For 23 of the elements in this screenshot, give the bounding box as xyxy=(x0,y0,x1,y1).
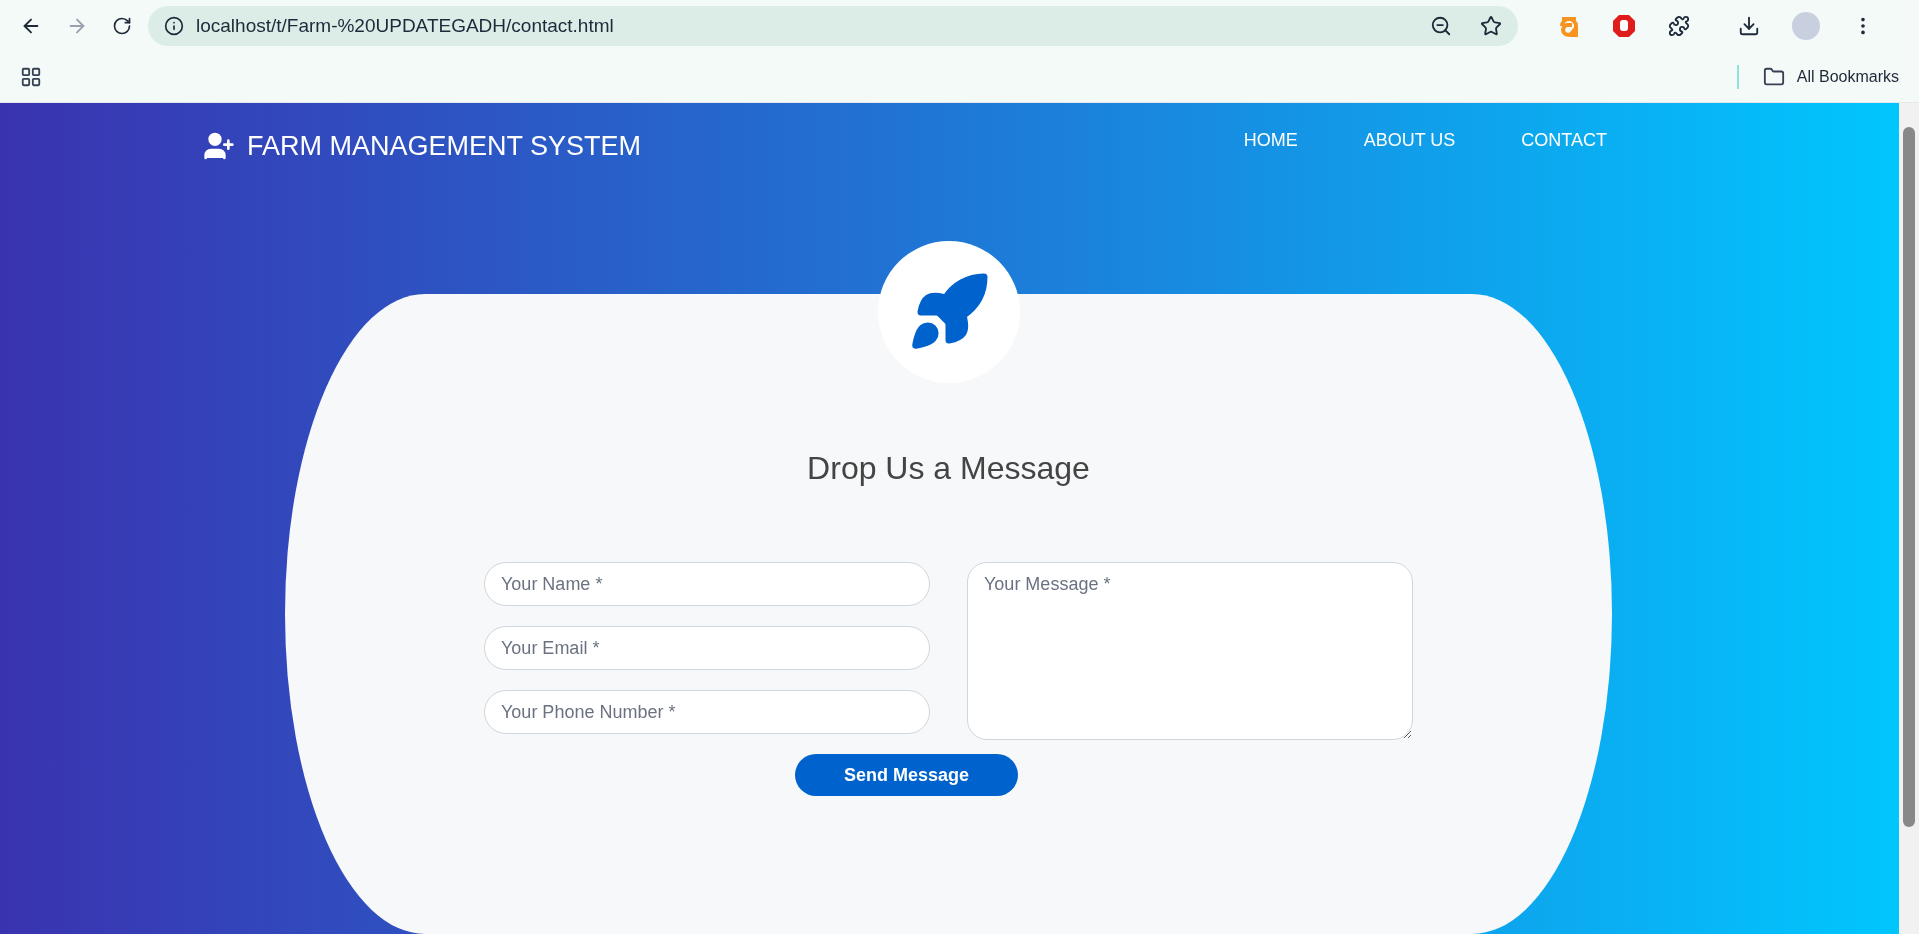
form-heading: Drop Us a Message xyxy=(807,449,1090,488)
scrollbar-thumb[interactable] xyxy=(1903,127,1915,827)
url-text: localhost/t/Farm-%20UPDATEGADH/contact.html xyxy=(196,13,615,38)
all-bookmarks-link[interactable]: All Bookmarks xyxy=(1796,64,1899,89)
folder-icon[interactable] xyxy=(1762,65,1785,88)
info-icon[interactable] xyxy=(164,15,184,36)
zoom-out-icon[interactable] xyxy=(1430,14,1452,37)
bookmark-star-icon[interactable] xyxy=(1480,14,1502,37)
reload-button[interactable] xyxy=(112,15,132,36)
message-textarea[interactable]: Your Message * xyxy=(967,562,1413,740)
text-input[interactable]: Your Email * xyxy=(484,626,930,670)
apps-grid-icon[interactable] xyxy=(20,65,42,88)
extensions-icon[interactable] xyxy=(1668,14,1690,37)
user-plus-icon xyxy=(203,130,235,162)
nav-link[interactable]: ABOUT US xyxy=(1363,126,1456,154)
text-input[interactable]: Your Phone Number * xyxy=(484,690,930,734)
nav-link[interactable]: HOME xyxy=(1243,126,1298,154)
send-message-button[interactable]: Send Message xyxy=(795,754,1018,796)
download-icon[interactable] xyxy=(1738,14,1760,37)
scrollbar[interactable] xyxy=(1899,103,1919,934)
address-bar[interactable]: localhost/t/Farm-%20UPDATEGADH/contact.html xyxy=(148,5,1518,46)
brand-title[interactable]: FARM MANAGEMENT SYSTEM xyxy=(247,125,642,167)
text-input[interactable]: Your Name * xyxy=(484,562,930,606)
